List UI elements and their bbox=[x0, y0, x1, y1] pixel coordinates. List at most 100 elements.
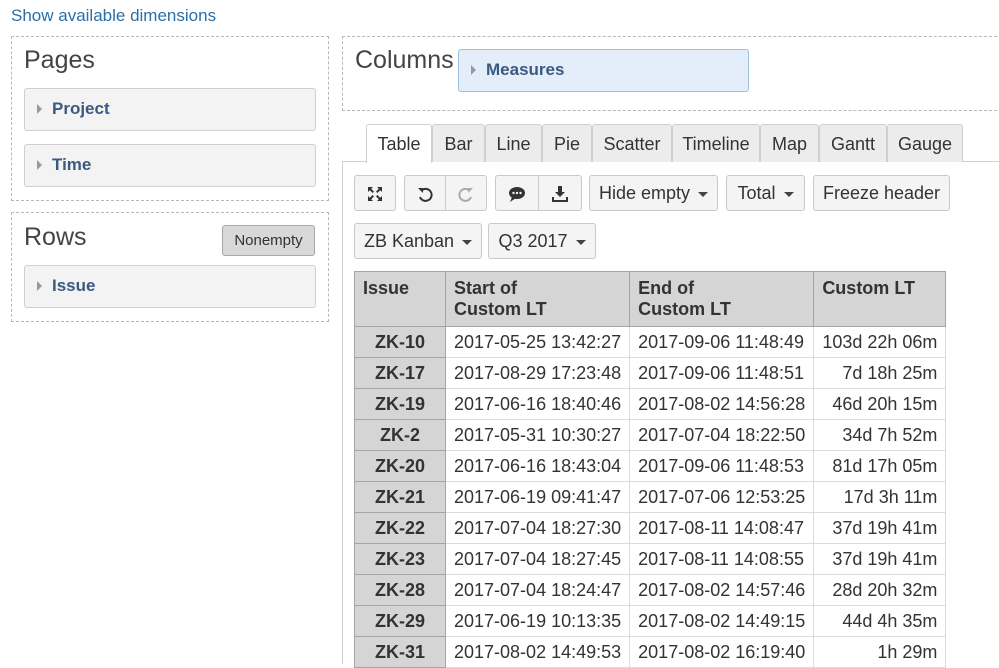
download-button[interactable] bbox=[538, 175, 582, 211]
custom-lt-cell: 44d 4h 35m bbox=[813, 605, 947, 637]
dimension-label: Measures bbox=[486, 60, 565, 79]
total-dropdown[interactable]: Total bbox=[726, 175, 805, 211]
comment-icon bbox=[509, 187, 525, 203]
table-row: ZK-20 2017-06-16 18:43:04 2017-09-06 11:… bbox=[354, 450, 947, 482]
tab-map[interactable]: Map bbox=[760, 124, 819, 162]
table-row: ZK-22 2017-07-04 18:27:30 2017-08-11 14:… bbox=[354, 512, 947, 544]
tab-gauge[interactable]: Gauge bbox=[887, 124, 963, 162]
comment-button[interactable] bbox=[495, 175, 539, 211]
dimension-issue[interactable]: Issue bbox=[24, 265, 316, 308]
issue-cell[interactable]: ZK-20 bbox=[354, 450, 446, 482]
table-row: ZK-17 2017-08-29 17:23:48 2017-09-06 11:… bbox=[354, 357, 947, 389]
table-row: ZK-23 2017-07-04 18:27:45 2017-08-11 14:… bbox=[354, 543, 947, 575]
issue-cell[interactable]: ZK-10 bbox=[354, 326, 446, 358]
custom-lt-cell: 37d 19h 41m bbox=[813, 543, 947, 575]
header-start-custom-lt[interactable]: Start of Custom LT bbox=[444, 271, 631, 327]
download-icon bbox=[552, 186, 568, 203]
issue-cell[interactable]: ZK-22 bbox=[354, 512, 446, 544]
tab-line[interactable]: Line bbox=[485, 124, 542, 162]
caret-down-icon bbox=[462, 239, 473, 245]
start-cell: 2017-07-04 18:27:30 bbox=[444, 512, 631, 544]
redo-icon bbox=[458, 188, 473, 203]
custom-lt-cell: 81d 17h 05m bbox=[813, 450, 947, 482]
custom-lt-cell: 17d 3h 11m bbox=[813, 481, 947, 513]
caret-down-icon bbox=[575, 239, 586, 245]
table-row: ZK-29 2017-06-19 10:13:35 2017-08-02 14:… bbox=[354, 605, 947, 637]
hide-empty-dropdown[interactable]: Hide empty bbox=[589, 175, 718, 211]
start-cell: 2017-06-16 18:43:04 bbox=[444, 450, 631, 482]
undo-button[interactable] bbox=[404, 175, 446, 211]
issue-cell[interactable]: ZK-29 bbox=[354, 605, 446, 637]
tab-scatter[interactable]: Scatter bbox=[592, 124, 672, 162]
custom-lt-cell: 1h 29m bbox=[813, 636, 947, 668]
start-cell: 2017-07-04 18:27:45 bbox=[444, 543, 631, 575]
table-header-row: Issue Start of Custom LT End of Custom LT … bbox=[354, 271, 947, 327]
tab-pie[interactable]: Pie bbox=[542, 124, 592, 162]
table-row: ZK-10 2017-05-25 13:42:27 2017-09-06 11:… bbox=[354, 326, 947, 358]
issue-cell[interactable]: ZK-31 bbox=[354, 636, 446, 668]
issue-cell[interactable]: ZK-17 bbox=[354, 357, 446, 389]
tab-table[interactable]: Table bbox=[366, 124, 432, 163]
project-filter-dropdown[interactable]: ZB Kanban bbox=[354, 223, 482, 259]
tab-bar[interactable]: Bar bbox=[432, 124, 485, 162]
issue-cell[interactable]: ZK-21 bbox=[354, 481, 446, 513]
tab-gantt[interactable]: Gantt bbox=[819, 124, 887, 162]
end-cell: 2017-07-06 12:53:25 bbox=[629, 481, 815, 513]
undo-icon bbox=[418, 188, 433, 203]
issue-cell[interactable]: ZK-23 bbox=[354, 543, 446, 575]
dimension-measures[interactable]: Measures bbox=[458, 49, 749, 92]
end-cell: 2017-08-02 14:56:28 bbox=[629, 388, 815, 420]
table-row: ZK-31 2017-08-02 14:49:53 2017-08-02 16:… bbox=[354, 636, 947, 668]
dimension-time[interactable]: Time bbox=[24, 144, 316, 187]
results-table: Issue Start of Custom LT End of Custom LT … bbox=[354, 271, 947, 668]
dimension-label: Issue bbox=[52, 276, 96, 295]
end-cell: 2017-08-02 14:49:15 bbox=[629, 605, 815, 637]
freeze-header-button[interactable]: Freeze header bbox=[813, 175, 950, 211]
tab-timeline[interactable]: Timeline bbox=[672, 124, 760, 162]
start-cell: 2017-08-02 14:49:53 bbox=[444, 636, 631, 668]
header-end-custom-lt[interactable]: End of Custom LT bbox=[629, 271, 815, 327]
dimension-label: Time bbox=[52, 155, 92, 174]
hide-empty-label: Hide empty bbox=[598, 183, 691, 203]
start-cell: 2017-06-19 10:13:35 bbox=[444, 605, 631, 637]
table-row: ZK-28 2017-07-04 18:24:47 2017-08-02 14:… bbox=[354, 574, 947, 606]
header-custom-lt[interactable]: Custom LT bbox=[813, 271, 947, 327]
caret-down-icon bbox=[698, 191, 709, 197]
expand-triangle-icon bbox=[37, 281, 42, 291]
project-filter-label: ZB Kanban bbox=[363, 231, 455, 251]
time-filter-dropdown[interactable]: Q3 2017 bbox=[488, 223, 596, 259]
custom-lt-cell: 37d 19h 41m bbox=[813, 512, 947, 544]
issue-cell[interactable]: ZK-2 bbox=[354, 419, 446, 451]
dimension-label: Project bbox=[52, 99, 110, 118]
start-cell: 2017-07-04 18:24:47 bbox=[444, 574, 631, 606]
total-label: Total bbox=[737, 183, 776, 203]
header-issue[interactable]: Issue bbox=[354, 271, 446, 327]
end-cell: 2017-09-06 11:48:49 bbox=[629, 326, 815, 358]
pages-title: Pages bbox=[24, 46, 95, 74]
start-cell: 2017-06-19 09:41:47 bbox=[444, 481, 631, 513]
expand-triangle-icon bbox=[37, 104, 42, 114]
table-row: ZK-2 2017-05-31 10:30:27 2017-07-04 18:2… bbox=[354, 419, 947, 451]
issue-cell[interactable]: ZK-28 bbox=[354, 574, 446, 606]
expand-triangle-icon bbox=[37, 160, 42, 170]
end-cell: 2017-09-06 11:48:53 bbox=[629, 450, 815, 482]
show-available-dimensions-link[interactable]: Show available dimensions bbox=[11, 6, 216, 26]
fullscreen-button[interactable] bbox=[354, 175, 396, 211]
end-cell: 2017-08-11 14:08:55 bbox=[629, 543, 815, 575]
start-cell: 2017-08-29 17:23:48 bbox=[444, 357, 631, 389]
dimension-project[interactable]: Project bbox=[24, 88, 316, 131]
start-cell: 2017-05-31 10:30:27 bbox=[444, 419, 631, 451]
start-cell: 2017-05-25 13:42:27 bbox=[444, 326, 631, 358]
columns-title: Columns bbox=[355, 46, 454, 74]
end-cell: 2017-08-02 14:57:46 bbox=[629, 574, 815, 606]
table-row: ZK-19 2017-06-16 18:40:46 2017-08-02 14:… bbox=[354, 388, 947, 420]
redo-button[interactable] bbox=[445, 175, 487, 211]
time-filter-label: Q3 2017 bbox=[498, 231, 568, 251]
custom-lt-cell: 7d 18h 25m bbox=[813, 357, 947, 389]
expand-icon bbox=[368, 187, 382, 202]
main-area-border bbox=[342, 161, 343, 664]
end-cell: 2017-09-06 11:48:51 bbox=[629, 357, 815, 389]
caret-down-icon bbox=[783, 191, 794, 197]
nonempty-button[interactable]: Nonempty bbox=[222, 225, 315, 256]
issue-cell[interactable]: ZK-19 bbox=[354, 388, 446, 420]
